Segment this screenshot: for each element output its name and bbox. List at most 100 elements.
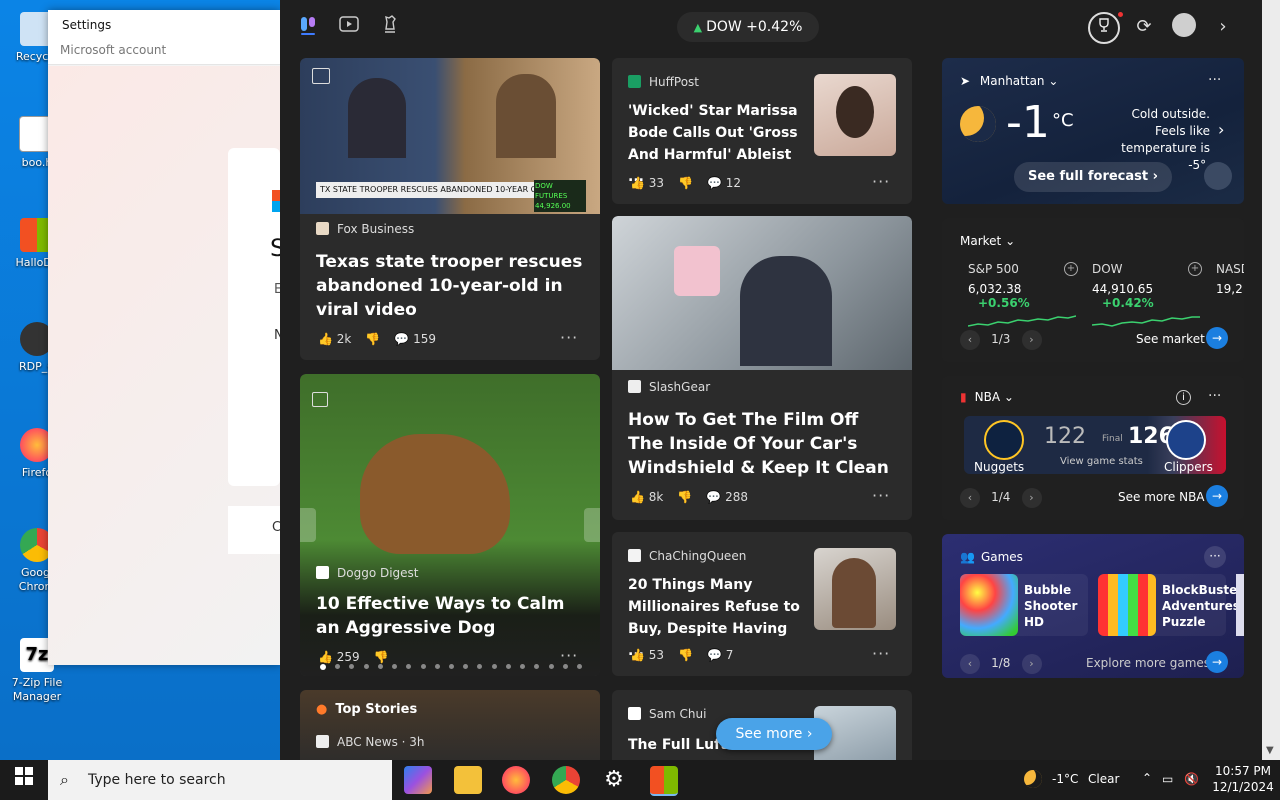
next-page-button[interactable]: ›	[1021, 330, 1042, 350]
widgets-logo-icon[interactable]	[296, 14, 322, 40]
weather-map-icon[interactable]	[1204, 162, 1232, 190]
arrow-right-icon[interactable]: →	[1206, 327, 1228, 349]
news-headline[interactable]: How To Get The Film Off The Inside Of Yo…	[628, 408, 898, 480]
top-stories-card[interactable]: ● Top Stories ABC News · 3h	[300, 690, 600, 760]
firefox-icon[interactable]	[502, 766, 530, 794]
dislike-button[interactable]: 👎	[365, 332, 380, 346]
more-options-icon[interactable]: ···	[1204, 546, 1226, 568]
like-button[interactable]: 👍 8k	[630, 490, 663, 504]
taskbar-search[interactable]: ⌕ Type here to search	[48, 760, 392, 800]
comment-button[interactable]: 💬 159	[394, 332, 436, 346]
news-card-huffpost[interactable]: HuffPost 'Wicked' Star Marissa Bode Call…	[612, 58, 912, 204]
news-image: TX STATE TROOPER RESCUES ABANDONED 10-YE…	[300, 58, 600, 214]
news-card-slashgear[interactable]: SlashGear How To Get The Film Off The In…	[612, 216, 912, 520]
prev-page-button[interactable]: ‹	[960, 330, 980, 350]
info-icon[interactable]: i	[1176, 390, 1191, 405]
dislike-button[interactable]: 👎	[374, 650, 389, 664]
prev-page-button[interactable]: ‹	[960, 488, 980, 508]
news-card-chachingqueen[interactable]: ChaChingQueen 20 Things Many Millionaire…	[612, 532, 912, 676]
game-tile-bubble-shooter[interactable]: Bubble Shooter HD	[960, 574, 1088, 636]
scroll-down-icon[interactable]: ▼	[1266, 745, 1274, 756]
market-title[interactable]: Market ⌄	[960, 234, 1015, 248]
gallery-badge-icon	[312, 392, 328, 407]
like-button[interactable]: 👍 53	[630, 648, 664, 662]
market-item-dow[interactable]: DOW + 44,910.65 +0.42%	[1091, 262, 1202, 334]
panel-scrollbar[interactable]: ▼	[1262, 0, 1280, 760]
chevron-right-icon[interactable]: ›	[1210, 14, 1236, 40]
carousel-prev-button[interactable]	[300, 508, 316, 542]
file-explorer-icon[interactable]	[454, 766, 482, 794]
market-widget[interactable]: Market ⌄ S&P 500 + 6,032.38 +0.56% DOW +…	[942, 218, 1244, 362]
dislike-button[interactable]: 👎	[677, 490, 692, 504]
prev-page-button[interactable]: ‹	[960, 654, 980, 674]
comment-button[interactable]: 💬 7	[707, 648, 733, 662]
dow-ticker-pill[interactable]: ▲ DOW +0.42%	[677, 12, 819, 42]
chrome-icon[interactable]	[552, 766, 580, 794]
carousel-next-button[interactable]	[584, 508, 600, 542]
arrow-right-icon[interactable]: →	[1206, 651, 1228, 673]
copilot-icon[interactable]	[404, 766, 432, 794]
see-more-button[interactable]: See more ›	[716, 718, 832, 750]
like-button[interactable]: 👍 2k	[318, 332, 351, 346]
chevron-right-icon[interactable]: ›	[1218, 120, 1224, 139]
nba-title[interactable]: ▮ NBA ⌄	[960, 390, 1014, 404]
news-card-fox[interactable]: TX STATE TROOPER RESCUES ABANDONED 10-YE…	[300, 58, 600, 360]
weather-widget[interactable]: ➤ Manhattan ⌄ ··· -1 °C Cold outside. Fe…	[942, 58, 1244, 204]
next-page-button[interactable]: ›	[1021, 654, 1042, 674]
add-icon[interactable]: +	[1064, 262, 1078, 276]
refresh-icon[interactable]: ⟳	[1131, 14, 1157, 40]
avatar[interactable]	[1172, 13, 1196, 37]
volume-muted-icon[interactable]: 🔇	[1184, 772, 1199, 786]
weather-temperature: -1	[1006, 97, 1050, 148]
taskbar-weather-text[interactable]: Clear	[1088, 772, 1119, 786]
explore-more-games-link[interactable]: Explore more games	[1086, 656, 1210, 670]
news-image-ticker: DOW FUTURES 44,926.00 ▲98.00	[534, 180, 586, 212]
network-icon[interactable]: ▭	[1162, 772, 1173, 786]
weather-location[interactable]: ➤ Manhattan ⌄	[960, 74, 1058, 88]
dislike-button[interactable]: 👎	[678, 648, 693, 662]
widgets-app-icon[interactable]	[650, 766, 678, 796]
nba-scoreboard[interactable]: Nuggets 122 Final View game stats 126 Cl…	[964, 416, 1226, 474]
taskbar-weather-temp[interactable]: -1°C	[1052, 772, 1078, 786]
more-options-icon[interactable]: ···	[560, 328, 578, 347]
more-options-icon[interactable]: ···	[872, 172, 890, 191]
video-icon[interactable]	[336, 14, 362, 40]
news-headline[interactable]: 10 Effective Ways to Calm an Aggressive …	[316, 592, 586, 640]
games-widget[interactable]: 👥 Games ··· Bubble Shooter HD BlockBuster…	[942, 534, 1244, 678]
news-headline[interactable]: 'Wicked' Star Marissa Bode Calls Out 'Gr…	[628, 100, 806, 188]
comment-button[interactable]: 💬 288	[706, 490, 748, 504]
settings-window[interactable]: Settings Microsoft account S E N C	[48, 10, 281, 665]
more-options-icon[interactable]: ···	[872, 644, 890, 663]
market-item-sp500[interactable]: S&P 500 + 6,032.38 +0.56%	[967, 262, 1078, 334]
trophy-icon[interactable]	[1088, 12, 1123, 44]
dislike-button[interactable]: 👎	[678, 176, 693, 190]
start-button[interactable]	[0, 760, 48, 800]
like-button[interactable]: 👍 33	[630, 176, 664, 190]
see-full-forecast-button[interactable]: See full forecast ›	[1014, 162, 1172, 192]
nba-widget[interactable]: ▮ NBA ⌄ i ··· Nuggets 122 Final View game…	[942, 376, 1244, 520]
more-options-icon[interactable]: ···	[1208, 72, 1221, 88]
news-card-doggo[interactable]: Doggo Digest 10 Effective Ways to Calm a…	[300, 374, 600, 676]
add-icon[interactable]: +	[1188, 262, 1202, 276]
market-item-nasdaq[interactable]: NASD 19,21	[1216, 262, 1244, 296]
see-market-link[interactable]: See market	[1136, 332, 1205, 346]
next-page-button[interactable]: ›	[1021, 488, 1042, 508]
see-more-nba-link[interactable]: See more NBA	[1118, 490, 1205, 504]
chess-icon[interactable]	[377, 14, 403, 40]
more-options-icon[interactable]: ···	[560, 646, 578, 665]
games-title-label: Games	[980, 550, 1023, 564]
carousel-dots[interactable]	[320, 664, 582, 670]
settings-card-2[interactable]: C	[228, 506, 281, 554]
chevron-up-icon[interactable]: ⌃	[1142, 771, 1152, 785]
comment-button[interactable]: 💬 12	[707, 176, 741, 190]
nba-view-stats-link[interactable]: View game stats	[1060, 456, 1143, 467]
more-options-icon[interactable]: ···	[1208, 388, 1221, 404]
news-headline[interactable]: Texas state trooper rescues abandoned 10…	[316, 250, 584, 322]
arrow-right-icon[interactable]: →	[1206, 485, 1228, 507]
taskbar-clock[interactable]: 10:57 PM 12/1/2024	[1212, 763, 1274, 795]
game-tile-blockbuster[interactable]: BlockBuster: Adventures Puzzle	[1098, 574, 1244, 636]
more-options-icon[interactable]: ···	[872, 486, 890, 505]
game-tile-next[interactable]	[1236, 574, 1244, 636]
like-button[interactable]: 👍 259	[318, 650, 360, 664]
settings-gear-icon[interactable]: ⚙	[600, 766, 628, 794]
